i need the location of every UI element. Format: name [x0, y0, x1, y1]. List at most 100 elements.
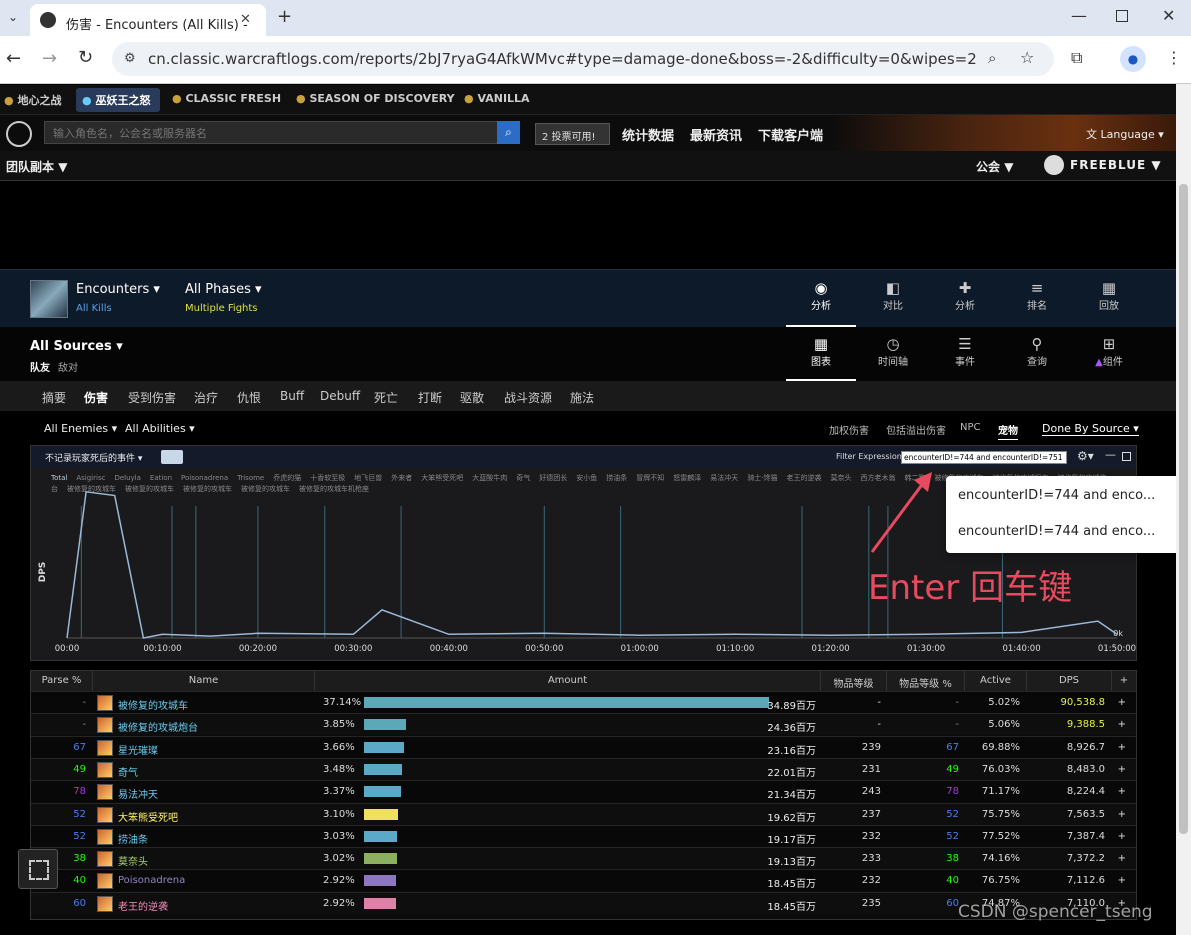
table-row[interactable]: 40 Poisonadrena 2.92% 18.45百万 232 40 76.75% 7,1…: [31, 869, 1136, 892]
browser-tab[interactable]: 伤害 - Encounters (All Kills) - ✕: [30, 4, 266, 36]
table-row[interactable]: 67 星光璀璨 3.66% 23.16百万 239 67 69.88% 8,926.7 +: [31, 735, 1136, 758]
view-timeline[interactable]: ◷ 时间轴: [858, 327, 928, 381]
nav-link-stats[interactable]: 统计数据: [622, 125, 674, 144]
action-analyze[interactable]: ◉ 分析: [786, 270, 856, 327]
action-replay[interactable]: ▦ 回放: [1074, 270, 1144, 327]
action-rankings[interactable]: ≡ 排名: [1002, 270, 1072, 327]
player-name[interactable]: Poisonadrena: [118, 875, 185, 886]
add-icon[interactable]: +: [1118, 697, 1126, 708]
player-name[interactable]: 大笨熊受死吧: [118, 809, 178, 824]
add-icon[interactable]: +: [1118, 764, 1126, 775]
encounters-menu[interactable]: Encounters ▾: [76, 282, 160, 297]
user-avatar[interactable]: [1044, 155, 1064, 175]
col-ilvl[interactable]: 物品等级: [821, 671, 887, 691]
tab-buff[interactable]: Buff: [280, 389, 304, 403]
add-icon[interactable]: +: [1118, 831, 1126, 842]
npc-toggle[interactable]: NPC: [960, 422, 981, 433]
tab-resources[interactable]: 战斗资源: [504, 389, 552, 406]
vote-button[interactable]: 2 投票可用!: [535, 123, 610, 145]
browser-menu-icon[interactable]: ⋮: [1166, 48, 1182, 67]
user-menu[interactable]: FREEBLUE ▼: [1070, 158, 1162, 172]
add-icon[interactable]: +: [1118, 875, 1126, 886]
raid-menu[interactable]: 团队副本 ▼: [6, 158, 67, 175]
dead-events-menu[interactable]: 不记录玩家死后的事件 ▾: [45, 451, 142, 464]
window-close-icon[interactable]: ✕: [1162, 6, 1175, 25]
gear-icon[interactable]: ⚙▾: [1077, 449, 1094, 463]
tab-threat[interactable]: 仇恨: [237, 389, 261, 406]
search-input[interactable]: [53, 125, 493, 141]
reload-icon[interactable]: ↻: [78, 47, 93, 68]
view-components[interactable]: ⊞ ▲组件: [1074, 327, 1144, 381]
minimize-icon[interactable]: —: [1071, 6, 1087, 25]
game-version-retail[interactable]: ● 地心之战: [4, 92, 61, 108]
col-active[interactable]: Active: [965, 671, 1027, 691]
phases-menu[interactable]: All Phases ▾: [185, 282, 262, 297]
guild-menu[interactable]: 公会 ▼: [976, 158, 1013, 175]
search-box[interactable]: ⌕: [44, 121, 520, 144]
action-analyze-2[interactable]: ✚ 分析: [930, 270, 1000, 327]
extensions-icon[interactable]: ⧉: [1071, 48, 1082, 68]
bookmark-star-icon[interactable]: ☆: [1020, 48, 1034, 67]
tab-dispels[interactable]: 驱散: [460, 389, 484, 406]
done-by-menu[interactable]: Done By Source ▾: [1042, 422, 1139, 436]
sources-menu[interactable]: All Sources ▾: [30, 339, 123, 354]
game-version-wotlk-label[interactable]: ● 巫妖王之怒: [82, 92, 150, 108]
game-version-fresh[interactable]: ● CLASSIC FRESH: [172, 92, 281, 105]
view-graph[interactable]: ▦ 图表: [786, 327, 856, 381]
enemies-menu[interactable]: All Enemies ▾: [44, 422, 117, 435]
table-row[interactable]: - 被修复的攻城车 37.14% 34.89百万 - - 5.02% 90,538.8 +: [31, 691, 1136, 713]
add-icon[interactable]: +: [1118, 786, 1126, 797]
add-icon[interactable]: +: [1118, 742, 1126, 753]
suggestion-item[interactable]: encounterID!=744 and enco...: [958, 524, 1155, 539]
pets-toggle[interactable]: 宠物: [998, 422, 1018, 440]
tab-deaths[interactable]: 死亡: [374, 389, 398, 406]
player-name[interactable]: 星光璀璨: [118, 742, 158, 757]
profile-icon[interactable]: ●: [1120, 46, 1146, 72]
tab-list-icon[interactable]: ⌄: [8, 10, 18, 24]
qr-code-button[interactable]: [18, 849, 58, 889]
tab-interrupts[interactable]: 打断: [418, 389, 442, 406]
filter-expression-input[interactable]: [901, 451, 1067, 464]
forward-icon[interactable]: →: [42, 48, 57, 69]
player-name[interactable]: 老王的逆袭: [118, 898, 168, 913]
table-row[interactable]: 52 捞油条 3.03% 19.17百万 232 52 77.52% 7,387.4 +: [31, 824, 1136, 847]
maximize-panel-icon[interactable]: [1122, 452, 1131, 461]
site-logo-icon[interactable]: [6, 121, 32, 147]
add-icon[interactable]: +: [1118, 853, 1126, 864]
enemy-toggle[interactable]: 敌对: [58, 359, 78, 374]
search-icon[interactable]: ⌕: [497, 121, 520, 144]
tab-close-icon[interactable]: ✕: [240, 12, 251, 27]
tab-debuff[interactable]: Debuff: [320, 389, 360, 403]
view-query[interactable]: ⚲ 查询: [1002, 327, 1072, 381]
col-parse[interactable]: Parse %: [31, 671, 93, 691]
table-row[interactable]: - 被修复的攻城炮台 3.85% 24.36百万 - - 5.06% 9,388.5 +: [31, 713, 1136, 736]
suggestion-item[interactable]: encounterID!=744 and enco...: [958, 488, 1155, 503]
player-name[interactable]: 捞油条: [118, 831, 148, 846]
view-events[interactable]: ☰ 事件: [930, 327, 1000, 381]
nav-link-download[interactable]: 下载客户端: [758, 125, 823, 144]
zoom-icon[interactable]: ⌕: [988, 49, 996, 67]
table-row[interactable]: 52 大笨熊受死吧 3.10% 19.62百万 237 52 75.75% 7,563.5 +: [31, 802, 1136, 825]
game-version-vanilla[interactable]: ● VANILLA: [464, 92, 530, 105]
abilities-menu[interactable]: All Abilities ▾: [125, 422, 195, 435]
player-name[interactable]: 被修复的攻城车: [118, 697, 188, 712]
nav-link-news[interactable]: 最新资讯: [690, 125, 742, 144]
site-info-icon[interactable]: ⚙: [124, 51, 136, 66]
table-row[interactable]: 49 奇气 3.48% 22.01百万 231 49 76.03% 8,483.0 +: [31, 757, 1136, 780]
action-compare[interactable]: ◧ 对比: [858, 270, 928, 327]
new-tab-icon[interactable]: +: [277, 6, 292, 27]
player-name[interactable]: 莫奈头: [118, 853, 148, 868]
player-name[interactable]: 易法冲天: [118, 786, 158, 801]
friendly-toggle[interactable]: 队友: [30, 359, 50, 374]
maximize-icon[interactable]: [1116, 10, 1128, 22]
overkill-toggle[interactable]: 包括溢出伤害: [886, 422, 946, 437]
add-icon[interactable]: +: [1118, 719, 1126, 730]
tab-damage-taken[interactable]: 受到伤害: [128, 389, 176, 406]
minimize-panel-icon[interactable]: —: [1105, 448, 1116, 461]
table-row[interactable]: 38 莫奈头 3.02% 19.13百万 233 38 74.16% 7,372.2 +: [31, 847, 1136, 870]
col-amount[interactable]: Amount: [315, 671, 821, 691]
tab-casts[interactable]: 施法: [570, 389, 594, 406]
page-scrollbar[interactable]: [1176, 84, 1191, 935]
game-version-sod[interactable]: ● SEASON OF DISCOVERY: [296, 92, 455, 105]
language-button[interactable]: 文 Language ▾: [1086, 126, 1164, 142]
